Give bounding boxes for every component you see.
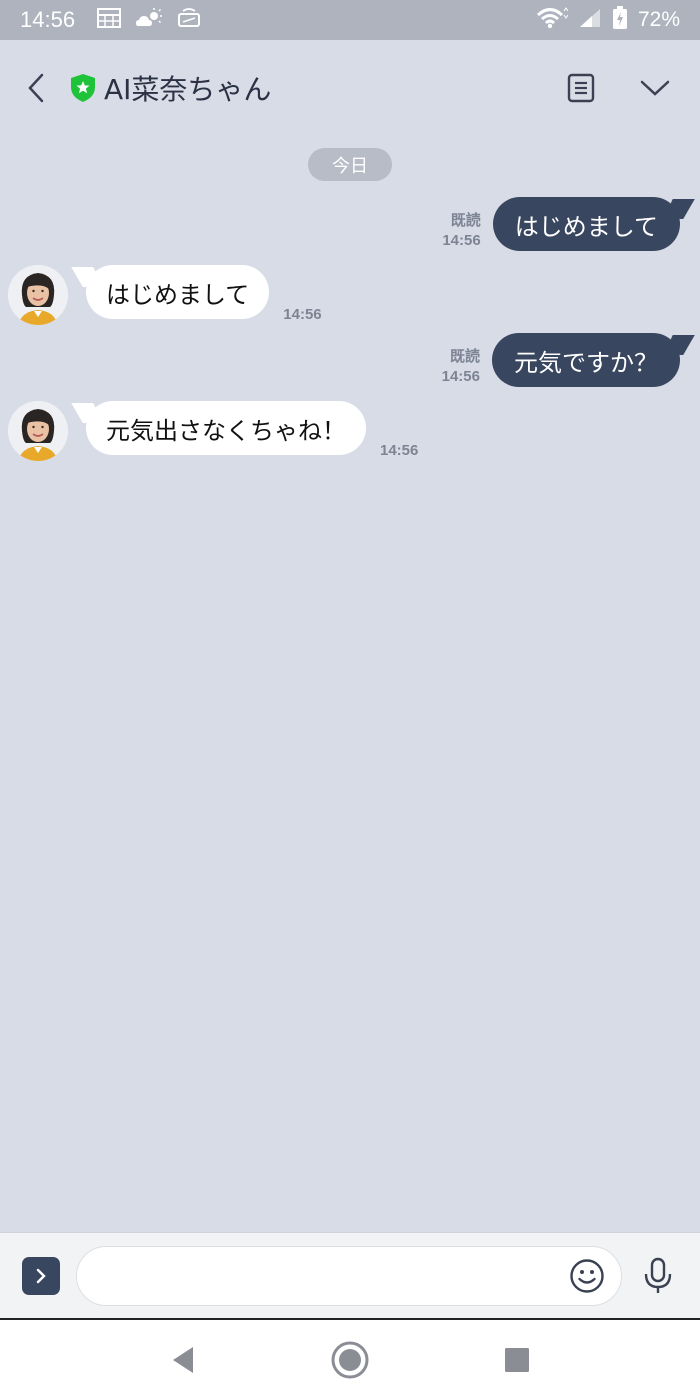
home-circle-icon [331, 1341, 369, 1379]
back-button[interactable] [20, 68, 52, 108]
chat-title: AI菜奈ちゃん [104, 73, 272, 106]
avatar[interactable] [8, 265, 68, 325]
voice-button[interactable] [640, 1256, 676, 1296]
signal-icon [578, 7, 602, 33]
message-outgoing[interactable]: 既読 14:56 はじめまして [442, 197, 680, 251]
chevron-left-icon [28, 73, 44, 103]
avatar-portrait-icon [8, 401, 68, 461]
nav-home-button[interactable] [328, 1338, 372, 1382]
message-meta: 既読 14:56 [442, 347, 480, 387]
read-receipt: 既読 [450, 212, 481, 229]
menu-toggle-button[interactable] [638, 71, 672, 105]
message-time: 14:56 [442, 232, 481, 249]
battery-percent: 72% [637, 8, 680, 31]
emoji-icon[interactable] [569, 1258, 605, 1294]
calendar-icon [97, 8, 122, 32]
verified-shield-icon [71, 74, 95, 102]
message-bubble[interactable]: はじめまして [492, 197, 680, 251]
message-time: 14:56 [380, 442, 419, 459]
notes-button[interactable] [564, 71, 598, 105]
chat-header: AI菜奈ちゃん [0, 40, 700, 136]
message-incoming[interactable]: はじめまして 14:56 [8, 265, 322, 325]
wifi-icon [536, 7, 569, 33]
message-bubble[interactable]: はじめまして [86, 265, 270, 319]
message-bubble[interactable]: 元気ですか？ [492, 333, 680, 387]
read-receipt: 既読 [449, 348, 480, 365]
chevron-down-icon [640, 80, 670, 96]
system-nav-bar [0, 1318, 700, 1400]
nav-recents-button[interactable] [495, 1338, 539, 1382]
message-outgoing[interactable]: 既読 14:56 元気ですか？ [442, 333, 680, 387]
triangle-back-icon [173, 1347, 194, 1373]
chevron-right-icon [36, 1268, 46, 1283]
microphone-icon [644, 1257, 672, 1293]
avatar[interactable] [8, 401, 68, 461]
document-icon [567, 73, 595, 103]
message-time: 14:56 [283, 306, 322, 323]
battery-icon [612, 6, 628, 34]
message-input-bar [0, 1232, 700, 1318]
message-input[interactable] [101, 1263, 569, 1288]
message-time: 14:56 [441, 368, 480, 385]
chat-title-area[interactable]: AI菜奈ちゃん [70, 68, 271, 108]
message-bubble[interactable]: 元気出さなくちゃね！ [86, 401, 366, 455]
message-field[interactable] [76, 1245, 622, 1306]
expand-menu-button[interactable] [22, 1256, 60, 1295]
avatar-portrait-icon [8, 265, 68, 325]
status-bar: 14:56 72% [0, 0, 700, 40]
date-separator: 今日 [308, 148, 392, 181]
cast-icon [177, 8, 201, 32]
weather-icon [135, 8, 163, 32]
status-time: 14:56 [20, 7, 76, 32]
message-meta: 既読 14:56 [442, 211, 480, 251]
message-incoming[interactable]: 元気出さなくちゃね！ 14:56 [8, 401, 418, 461]
nav-back-button[interactable] [161, 1338, 205, 1382]
square-recents-icon [504, 1348, 529, 1372]
